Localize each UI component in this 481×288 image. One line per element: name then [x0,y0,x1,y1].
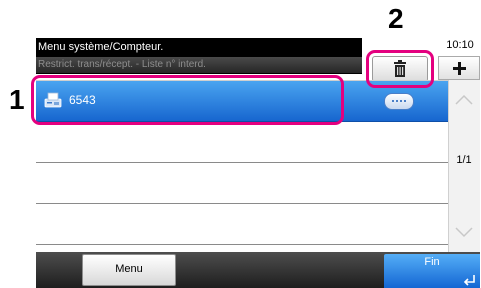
clock: 10:10 [446,39,474,51]
scroll-down-button[interactable] [448,212,480,252]
callout-highlight-2 [366,50,434,88]
plus-icon [453,62,466,75]
title-bar: Menu système/Compteur. Restrict. trans/r… [36,38,362,74]
more-icon [392,100,406,105]
callout-number-2: 2 [388,3,404,34]
breadcrumb-title: Menu système/Compteur. [38,41,164,53]
fin-button[interactable]: Fin [384,254,480,288]
callout-highlight-1 [31,75,344,125]
fin-label: Fin [424,256,440,268]
chevron-up-icon [455,94,473,105]
detail-button[interactable] [384,93,414,110]
menu-button[interactable]: Menu [82,254,176,286]
callout-number-1: 1 [9,84,25,115]
breadcrumb-subtitle: Restrict. trans/récept. - Liste n° inter… [38,59,206,70]
list-item[interactable] [36,122,448,163]
enter-icon [463,275,475,286]
breadcrumb-strip: Restrict. trans/récept. - Liste n° inter… [36,57,362,73]
chevron-down-icon [455,227,473,238]
page-indicator: 1/1 [456,154,472,166]
scroll-up-button[interactable] [448,80,480,120]
list-item[interactable] [36,204,448,245]
add-button[interactable] [438,56,480,80]
list-item[interactable] [36,163,448,204]
